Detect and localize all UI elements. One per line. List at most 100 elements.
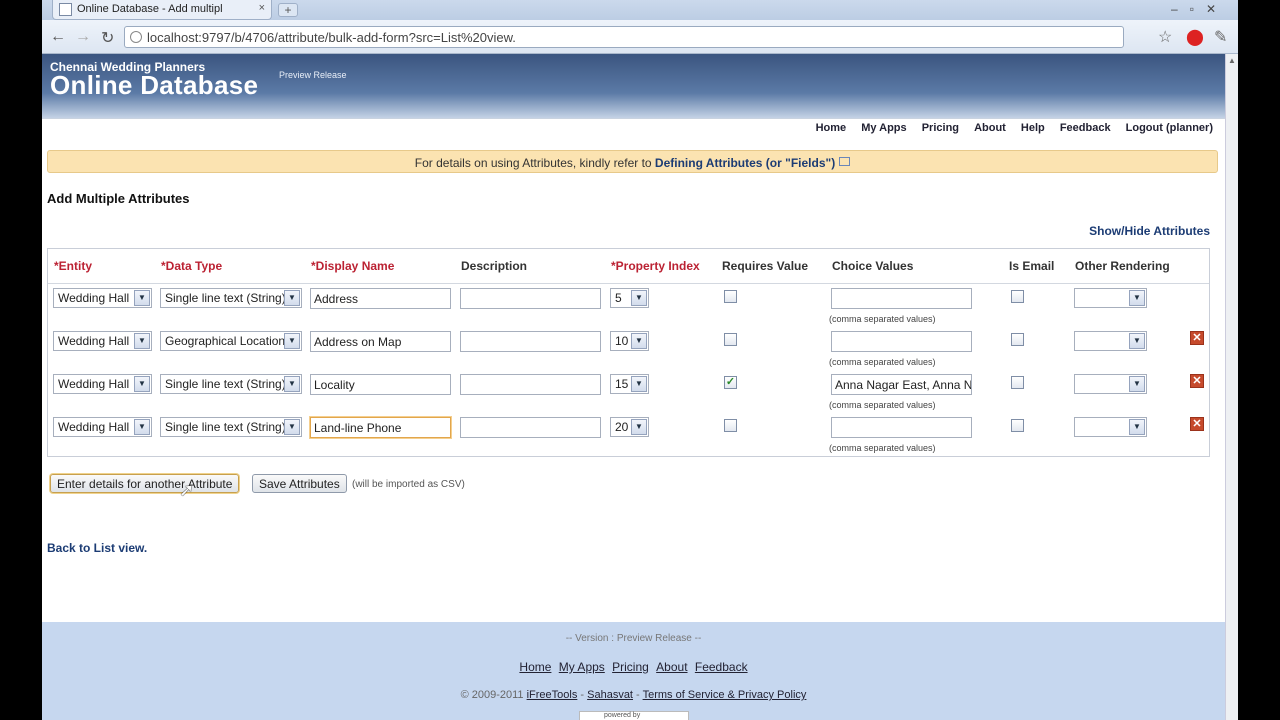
nav-help[interactable]: Help bbox=[1021, 122, 1045, 134]
powered-by-badge[interactable]: powered by bbox=[579, 711, 689, 720]
other-rendering-select[interactable]: ▼ bbox=[1074, 288, 1147, 308]
chevron-down-icon: ▼ bbox=[134, 333, 150, 349]
address-bar[interactable]: localhost:9797/b/4706/attribute/bulk-add… bbox=[124, 26, 1124, 48]
requires-value-checkbox[interactable]: ✓ bbox=[724, 376, 737, 389]
sahasvat-link[interactable]: Sahasvat bbox=[587, 689, 633, 701]
page-favicon-icon bbox=[59, 3, 72, 16]
col-is-email: Is Email bbox=[1009, 259, 1055, 273]
scroll-up-icon[interactable]: ▲ bbox=[1228, 56, 1236, 65]
is-email-checkbox[interactable] bbox=[1011, 376, 1024, 389]
attribute-row: Wedding Hall ▼ Single line text (String) ▼… bbox=[48, 370, 1209, 413]
nav-my-apps[interactable]: My Apps bbox=[861, 122, 906, 134]
col-entity: *Entity bbox=[54, 259, 93, 273]
add-attribute-button[interactable]: Enter details for another Attribute bbox=[50, 474, 240, 493]
save-attributes-button[interactable]: Save Attributes bbox=[252, 474, 347, 493]
entity-select[interactable]: Wedding Hall ▼ bbox=[53, 417, 152, 437]
terms-link[interactable]: Terms of Service & Privacy Policy bbox=[643, 689, 807, 701]
data-type-select[interactable]: Single line text (String) ▼ bbox=[160, 288, 302, 308]
window-controls[interactable]: –▫✕ bbox=[1171, 2, 1228, 16]
other-rendering-select[interactable]: ▼ bbox=[1074, 374, 1147, 394]
delete-row-icon[interactable]: ✕ bbox=[1190, 374, 1204, 388]
wrench-icon[interactable]: ✎ bbox=[1214, 27, 1227, 47]
choice-values-hint: (comma separated values) bbox=[829, 357, 936, 367]
nav-home[interactable]: Home bbox=[816, 122, 847, 134]
description-input[interactable] bbox=[460, 331, 601, 352]
new-tab-button[interactable]: + bbox=[278, 3, 298, 17]
footer-feedback-link[interactable]: Feedback bbox=[695, 660, 748, 674]
page-info-icon bbox=[130, 31, 142, 43]
browser-tab[interactable]: Online Database - Add multipl × bbox=[52, 0, 272, 20]
delete-row-icon[interactable]: ✕ bbox=[1190, 417, 1204, 431]
entity-select[interactable]: Wedding Hall ▼ bbox=[53, 374, 152, 394]
entity-select[interactable]: Wedding Hall ▼ bbox=[53, 331, 152, 351]
description-input[interactable] bbox=[460, 417, 601, 438]
footer-pricing-link[interactable]: Pricing bbox=[612, 660, 649, 674]
show-hide-attributes-link[interactable]: Show/Hide Attributes bbox=[1089, 224, 1210, 238]
reload-icon[interactable]: ↻ bbox=[101, 28, 114, 48]
display-name-input[interactable]: Land-line Phone bbox=[310, 417, 451, 438]
entity-select[interactable]: Wedding Hall ▼ bbox=[53, 288, 152, 308]
choice-values-hint: (comma separated values) bbox=[829, 443, 936, 453]
property-index-select[interactable]: 10 ▼ bbox=[610, 331, 649, 351]
requires-value-checkbox[interactable] bbox=[724, 419, 737, 432]
page-title: Add Multiple Attributes bbox=[47, 191, 190, 206]
vertical-scrollbar[interactable]: ▲ bbox=[1225, 54, 1238, 720]
property-index-select[interactable]: 20 ▼ bbox=[610, 417, 649, 437]
property-index-select[interactable]: 15 ▼ bbox=[610, 374, 649, 394]
star-icon[interactable]: ☆ bbox=[1158, 27, 1172, 47]
chevron-down-icon: ▼ bbox=[631, 376, 647, 392]
attribute-row: Wedding Hall ▼ Single line text (String) ▼… bbox=[48, 413, 1209, 456]
delete-row-icon[interactable]: ✕ bbox=[1190, 331, 1204, 345]
choice-values-input[interactable] bbox=[831, 417, 972, 438]
choice-values-input[interactable] bbox=[831, 331, 972, 352]
ifreetools-link[interactable]: iFreeTools bbox=[527, 689, 578, 701]
data-type-select[interactable]: Single line text (String) ▼ bbox=[160, 374, 302, 394]
nav-about[interactable]: About bbox=[974, 122, 1006, 134]
requires-value-checkbox[interactable] bbox=[724, 290, 737, 303]
back-arrow-icon[interactable]: ← bbox=[50, 28, 66, 46]
is-email-checkbox[interactable] bbox=[1011, 419, 1024, 432]
col-description: Description bbox=[461, 259, 528, 273]
requires-value-checkbox[interactable] bbox=[724, 333, 737, 346]
nav-feedback[interactable]: Feedback bbox=[1060, 122, 1111, 134]
property-index-select[interactable]: 5 ▼ bbox=[610, 288, 649, 308]
footer-links: Home My Apps Pricing About Feedback bbox=[42, 660, 1225, 674]
page: Chennai Wedding Planners Online Database… bbox=[42, 54, 1225, 720]
site-title[interactable]: Online Database bbox=[50, 70, 258, 101]
chevron-down-icon: ▼ bbox=[1129, 419, 1145, 435]
is-email-checkbox[interactable] bbox=[1011, 290, 1024, 303]
external-link-icon[interactable] bbox=[839, 157, 851, 166]
display-name-input[interactable]: Address on Map bbox=[310, 331, 451, 352]
col-other-rendering: Other Rendering bbox=[1075, 259, 1170, 273]
nav-logout[interactable]: Logout (planner) bbox=[1126, 122, 1213, 134]
display-name-input[interactable]: Locality bbox=[310, 374, 451, 395]
forward-arrow-icon[interactable]: → bbox=[75, 28, 91, 46]
data-type-select[interactable]: Geographical Location ▼ bbox=[160, 331, 302, 351]
site-banner: Chennai Wedding Planners Online Database… bbox=[42, 54, 1225, 119]
mouse-cursor-icon: ➚ bbox=[179, 480, 195, 500]
choice-values-input[interactable] bbox=[831, 288, 972, 309]
back-to-list-link[interactable]: Back to List view. bbox=[47, 541, 147, 555]
nav-pricing[interactable]: Pricing bbox=[922, 122, 959, 134]
tab-close-icon[interactable]: × bbox=[259, 2, 265, 14]
chevron-down-icon: ▼ bbox=[631, 290, 647, 306]
chevron-down-icon: ▼ bbox=[1129, 333, 1145, 349]
display-name-input[interactable]: Address bbox=[310, 288, 451, 309]
data-type-select[interactable]: Single line text (String) ▼ bbox=[160, 417, 302, 437]
footer-about-link[interactable]: About bbox=[656, 660, 687, 674]
nav-divider bbox=[42, 118, 1225, 119]
footer-home-link[interactable]: Home bbox=[519, 660, 551, 674]
attribute-row: Wedding Hall ▼ Single line text (String) ▼… bbox=[48, 284, 1209, 327]
other-rendering-select[interactable]: ▼ bbox=[1074, 417, 1147, 437]
other-rendering-select[interactable]: ▼ bbox=[1074, 331, 1147, 351]
choice-values-hint: (comma separated values) bbox=[829, 400, 936, 410]
is-email-checkbox[interactable] bbox=[1011, 333, 1024, 346]
footer-my-apps-link[interactable]: My Apps bbox=[559, 660, 605, 674]
description-input[interactable] bbox=[460, 374, 601, 395]
description-input[interactable] bbox=[460, 288, 601, 309]
stop-icon[interactable]: ⬤ bbox=[1186, 27, 1204, 47]
browser-toolbar: ← → ↻ localhost:9797/b/4706/attribute/bu… bbox=[42, 20, 1238, 54]
notice-link[interactable]: Defining Attributes (or "Fields") bbox=[655, 156, 835, 170]
choice-values-input[interactable]: Anna Nagar East, Anna Nagar West bbox=[831, 374, 972, 395]
attributes-table: *Entity *Data Type *Display Name Descrip… bbox=[47, 248, 1210, 457]
